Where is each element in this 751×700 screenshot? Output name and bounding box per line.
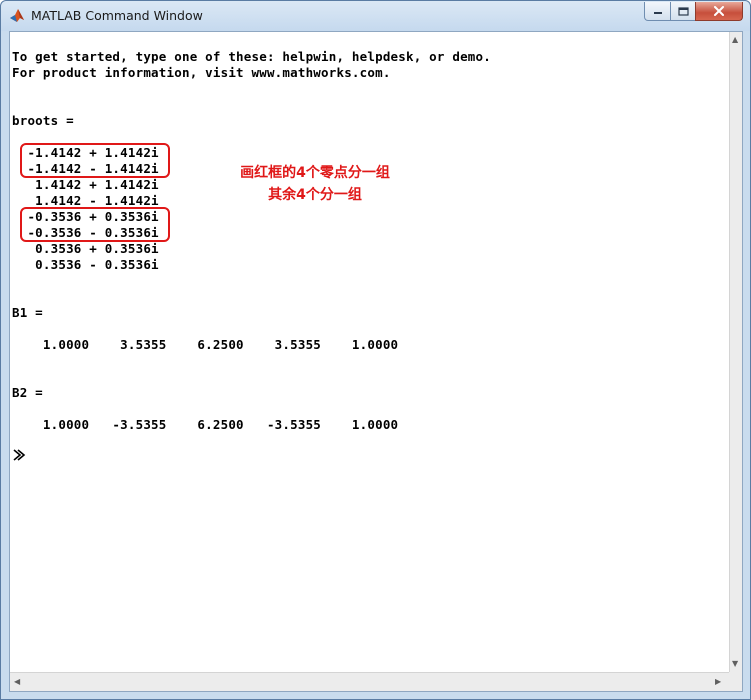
vertical-scrollbar[interactable]: ▲ ▼ <box>729 32 742 672</box>
close-icon <box>714 6 724 16</box>
console-output[interactable]: To get started, type one of these: helpw… <box>10 32 729 672</box>
b1-label: B1 = <box>12 305 43 320</box>
matlab-logo-icon <box>10 9 24 22</box>
annotation-line-1: 画红框的4个零点分一组 <box>240 165 390 181</box>
annotation-line-2: 其余4个分一组 <box>268 187 362 203</box>
intro-line: For product information, visit www.mathw… <box>12 65 391 80</box>
maximize-button[interactable] <box>670 2 696 21</box>
scroll-up-icon[interactable]: ▲ <box>732 35 738 45</box>
title-bar[interactable]: MATLAB Command Window <box>1 1 750 31</box>
b2-label: B2 = <box>12 385 43 400</box>
command-window-pane[interactable]: To get started, type one of these: helpw… <box>9 31 743 692</box>
intro-line: To get started, type one of these: helpw… <box>12 49 491 64</box>
command-prompt-icon[interactable] <box>12 448 26 462</box>
scroll-right-icon[interactable]: ▶ <box>715 677 721 687</box>
minimize-icon <box>653 12 662 14</box>
scroll-left-icon[interactable]: ◀ <box>14 677 20 687</box>
broots-label: broots = <box>12 113 74 128</box>
close-button[interactable] <box>695 2 743 21</box>
broots-row: 0.3536 - 0.3536i <box>12 257 159 272</box>
matlab-command-window: MATLAB Command Window To get started, ty… <box>0 0 751 700</box>
maximize-icon <box>677 6 689 16</box>
scroll-down-icon[interactable]: ▼ <box>732 659 738 669</box>
b1-values: 1.0000 3.5355 6.2500 3.5355 1.0000 <box>12 337 399 352</box>
horizontal-scrollbar[interactable]: ◀ ▶ <box>10 672 729 691</box>
red-highlight-box-1 <box>20 143 170 178</box>
red-highlight-box-2 <box>20 207 170 242</box>
broots-row: 1.4142 + 1.4142i <box>12 177 159 192</box>
broots-row: 0.3536 + 0.3536i <box>12 241 159 256</box>
window-title: MATLAB Command Window <box>31 8 203 23</box>
scrollbar-corner <box>729 672 742 691</box>
b2-values: 1.0000 -3.5355 6.2500 -3.5355 1.0000 <box>12 417 399 432</box>
minimize-button[interactable] <box>644 2 671 21</box>
